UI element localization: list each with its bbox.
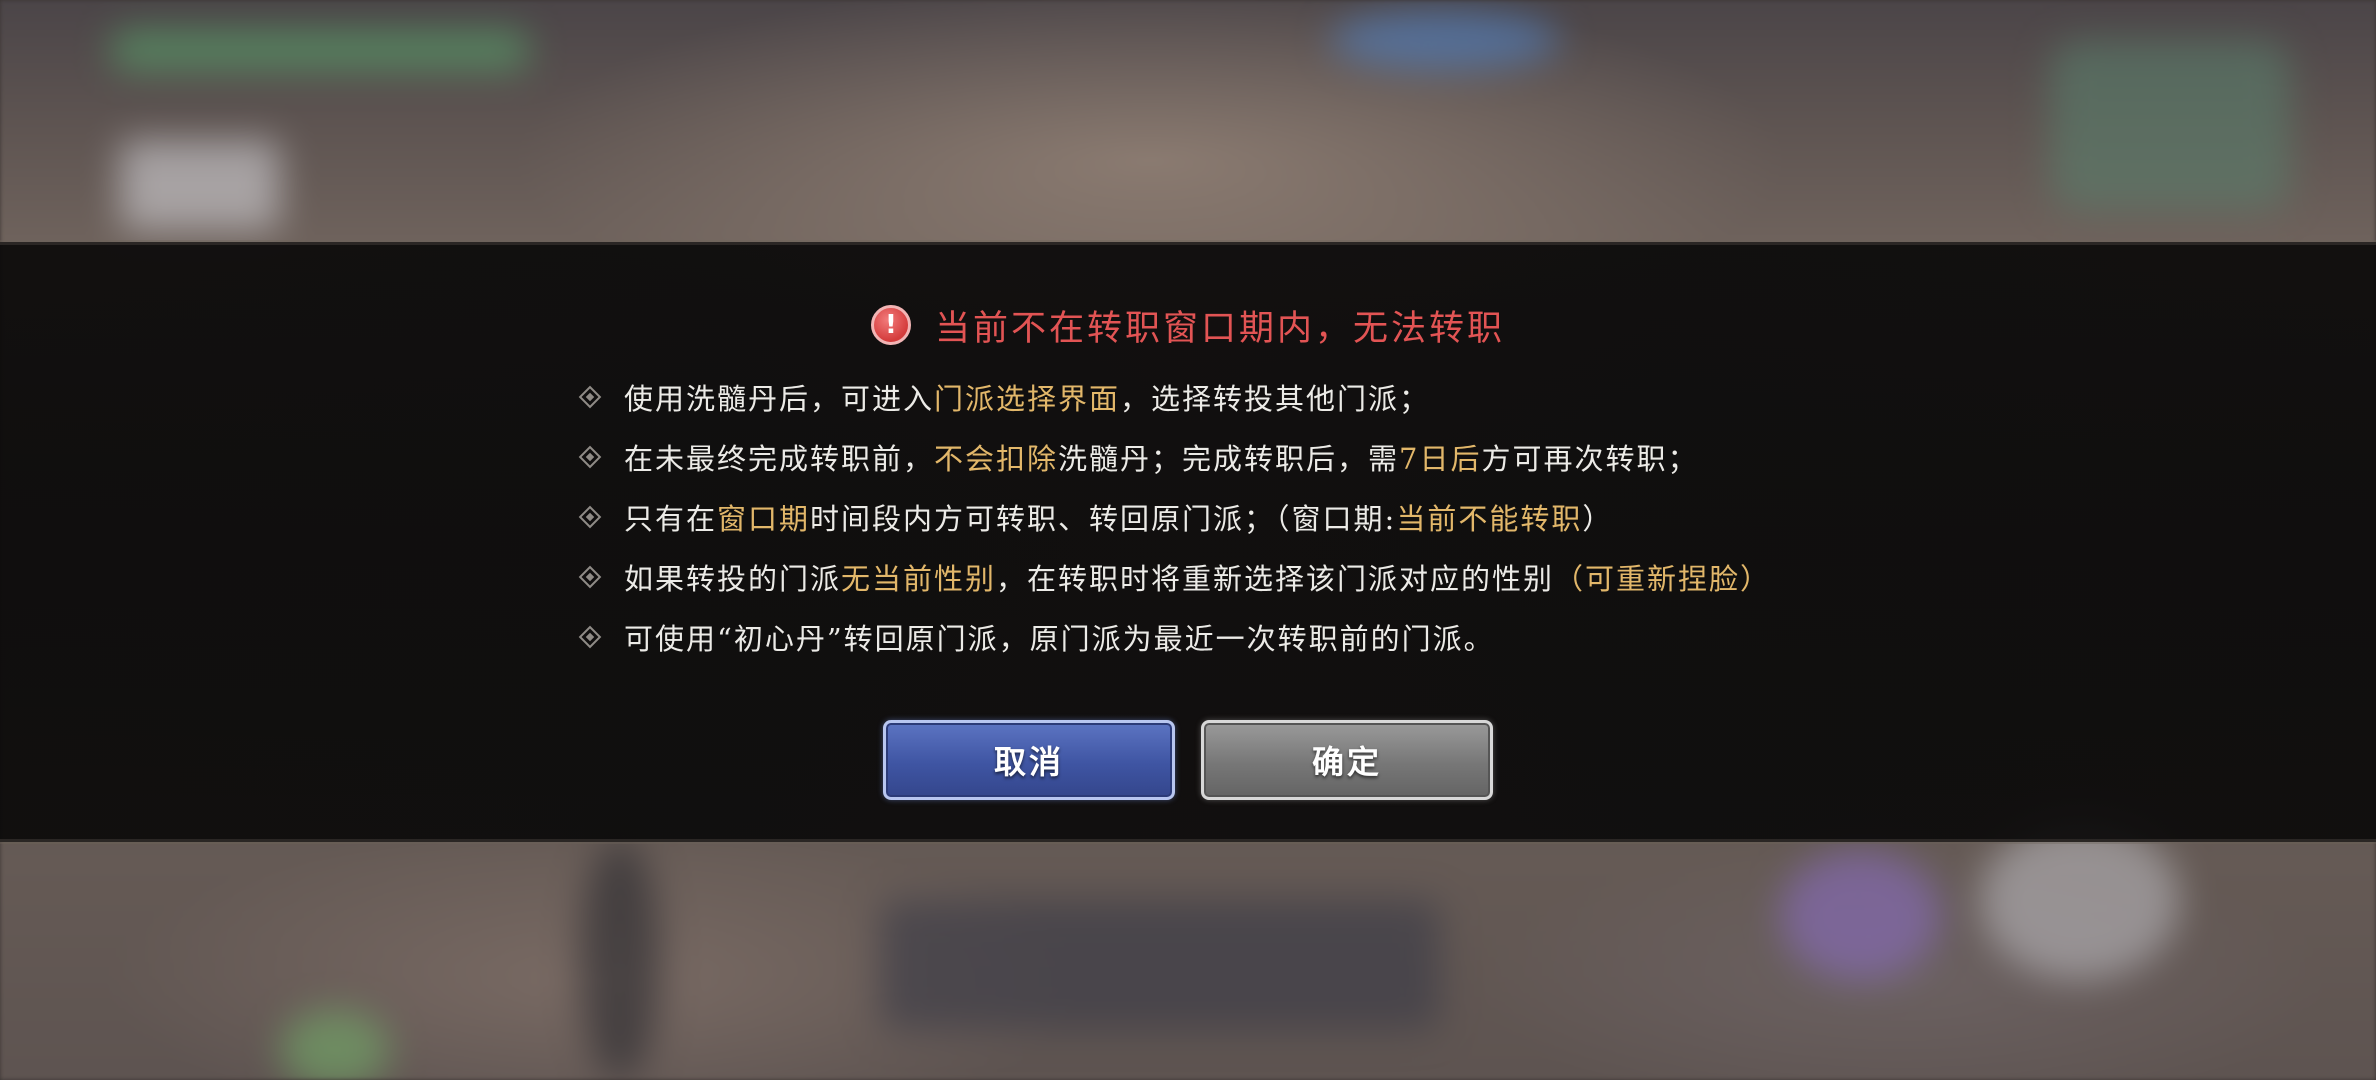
- rule-highlight-text: 无当前性别: [841, 562, 997, 596]
- rule-highlight-text: 门派选择界面: [934, 382, 1121, 416]
- rule-plain-text: 时间段内方可转职、转回原门派；（窗口期:: [810, 502, 1397, 536]
- rule-text: 如果转投的门派无当前性别，在转职时将重新选择该门派对应的性别（可重新捏脸）: [624, 556, 1771, 598]
- rule-highlight-text: （可重新捏脸）: [1554, 562, 1772, 596]
- rule-item: 使用洗髓丹后，可进入门派选择界面，选择转投其他门派；: [576, 367, 1976, 427]
- rule-highlight-text: 当前不能转职: [1396, 502, 1583, 536]
- diamond-bullet-icon: [578, 505, 602, 529]
- hud-panel-blur: [120, 140, 280, 230]
- skill-icon-blur: [1980, 820, 2180, 980]
- rule-item: 在未最终完成转职前，不会扣除洗髓丹；完成转职后，需7日后方可再次转职；: [576, 427, 1976, 487]
- warning-icon: !: [870, 305, 911, 345]
- cancel-button[interactable]: 取消: [883, 720, 1175, 800]
- rule-text: 可使用“初心丹”转回原门派，原门派为最近一次转职前的门派。: [624, 616, 1495, 658]
- rule-plain-text: 在未最终完成转职前，: [624, 442, 935, 476]
- rule-plain-text: 方可再次转职；: [1481, 442, 1699, 476]
- dialog-buttons: 取消 确定: [0, 720, 2376, 800]
- dialog-title: 当前不在转职窗口期内，无法转职: [934, 308, 1505, 349]
- rule-plain-text: 可使用“初心丹”转回原门派，原门派为最近一次转职前的门派。: [624, 622, 1495, 656]
- minimap-blur: [2050, 40, 2290, 210]
- rule-text: 使用洗髓丹后，可进入门派选择界面，选择转投其他门派；: [624, 376, 1430, 418]
- rule-plain-text: ，选择转投其他门派；: [1120, 382, 1431, 416]
- rule-highlight-text: 窗口期: [717, 502, 811, 536]
- diamond-bullet-icon: [578, 445, 602, 469]
- health-bar-blur: [110, 30, 530, 70]
- confirm-button[interactable]: 确定: [1201, 720, 1493, 800]
- rule-plain-text: 使用洗髓丹后，可进入: [624, 382, 935, 416]
- diamond-bullet-icon: [578, 385, 602, 409]
- rule-item: 可使用“初心丹”转回原门派，原门派为最近一次转职前的门派。: [576, 607, 1976, 667]
- diamond-bullet-icon: [578, 625, 602, 649]
- rule-item: 如果转投的门派无当前性别，在转职时将重新选择该门派对应的性别（可重新捏脸）: [576, 547, 1976, 607]
- job-change-dialog: ! 当前不在转职窗口期内，无法转职 使用洗髓丹后，可进入门派选择界面，选择转投其…: [0, 242, 2376, 842]
- scenery-blur: [580, 840, 660, 1080]
- rule-plain-text: 如果转投的门派: [624, 562, 842, 596]
- diamond-bullet-icon: [578, 565, 602, 589]
- rule-plain-text: ）: [1582, 502, 1614, 536]
- action-bar-blur: [880, 900, 1440, 1030]
- rule-plain-text: 只有在: [624, 502, 718, 536]
- rule-highlight-text: 不会扣除: [934, 442, 1059, 476]
- rule-text: 只有在窗口期时间段内方可转职、转回原门派；（窗口期:当前不能转职）: [624, 496, 1613, 538]
- rules-list: 使用洗髓丹后，可进入门派选择界面，选择转投其他门派； 在未最终完成转职前，不会扣除…: [576, 367, 1976, 667]
- rule-highlight-text: 7日后: [1399, 442, 1482, 476]
- rule-plain-text: 洗髓丹；完成转职后，需: [1058, 442, 1400, 476]
- rule-text: 在未最终完成转职前，不会扣除洗髓丹；完成转职后，需7日后方可再次转职；: [624, 436, 1699, 478]
- rule-plain-text: ，在转职时将重新选择该门派对应的性别: [996, 562, 1555, 596]
- joystick-blur: [280, 1010, 390, 1080]
- rule-item: 只有在窗口期时间段内方可转职、转回原门派；（窗口期:当前不能转职）: [576, 487, 1976, 547]
- hud-element-blur: [1330, 10, 1560, 70]
- dialog-title-row: ! 当前不在转职窗口期内，无法转职: [0, 295, 2376, 355]
- skill-icon-blur: [1780, 850, 1940, 980]
